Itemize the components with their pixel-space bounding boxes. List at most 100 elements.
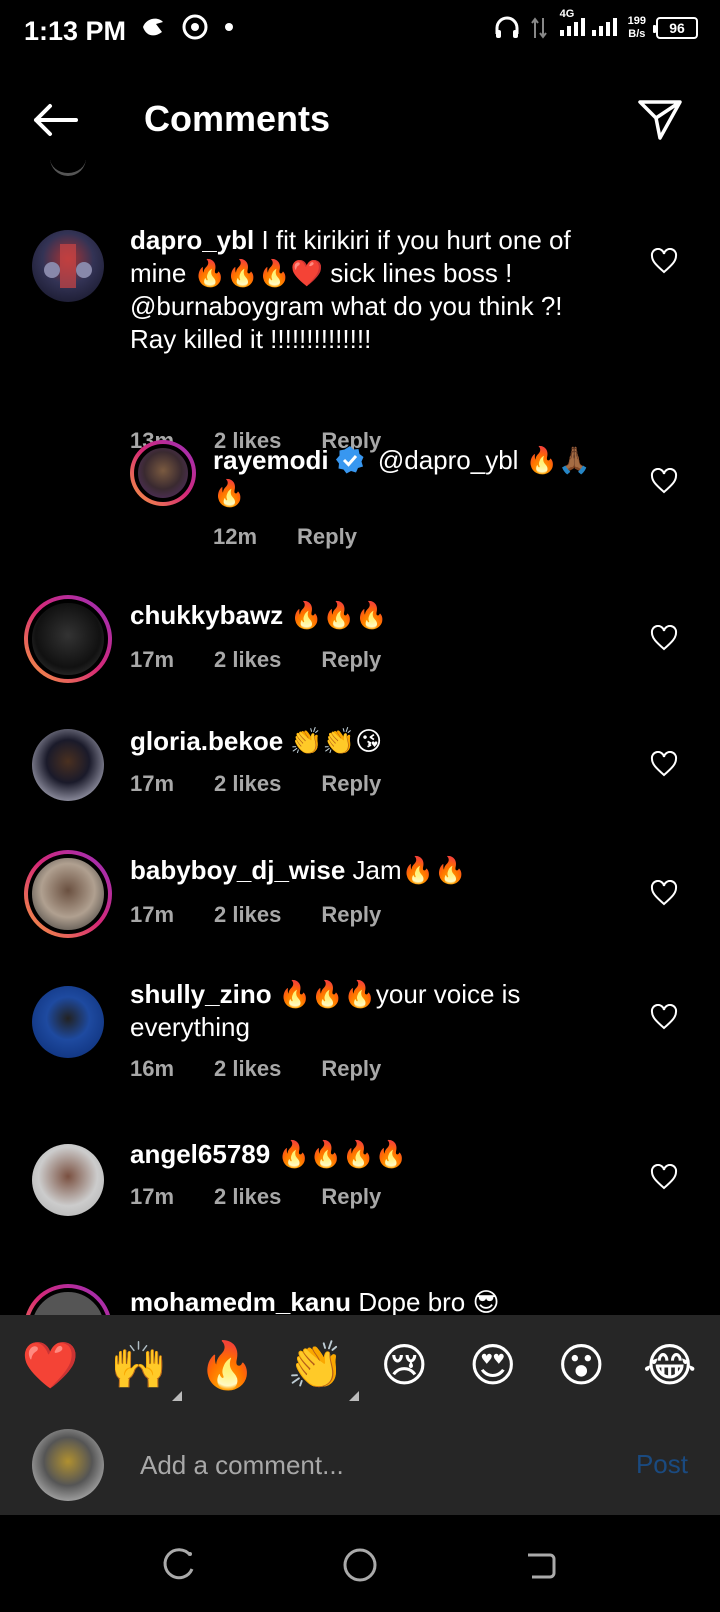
comment-item: chukkybawz 🔥🔥🔥 17m 2 likes Reply	[0, 595, 720, 695]
comment-meta: 16m 2 likes Reply	[130, 1056, 381, 1082]
emoji-heart-eyes[interactable]: 😍	[460, 1335, 526, 1395]
comment-username[interactable]: dapro_ybl	[130, 225, 254, 255]
avatar-image-icon	[44, 244, 92, 288]
comment-meta: 17m 2 likes Reply	[130, 647, 381, 673]
comment-body: rayemodi @dapro_ybl 🔥🙏🏾🔥	[213, 444, 603, 510]
back-icon[interactable]	[520, 1545, 560, 1585]
reply-button[interactable]: Reply	[321, 902, 381, 928]
reply-button[interactable]: Reply	[321, 771, 381, 797]
post-button[interactable]: Post	[636, 1449, 688, 1480]
reply-button[interactable]: Reply	[321, 647, 381, 673]
comment-username[interactable]: mohamedm_kanu	[130, 1287, 351, 1315]
emoji-laughing[interactable]: 😂	[637, 1335, 703, 1395]
comment-body: chukkybawz 🔥🔥🔥	[130, 599, 600, 632]
current-user-avatar	[32, 1429, 104, 1501]
comment-meta: 12m Reply	[213, 524, 357, 550]
comment-time: 12m	[213, 524, 258, 549]
comments-list[interactable]: dapro_ybl I fit kirikiri if you hurt one…	[0, 160, 720, 1315]
comment-mention[interactable]: @dapro_ybl	[378, 445, 519, 475]
comment-likes[interactable]: 2 likes	[214, 1184, 281, 1210]
emoji-raised-hands[interactable]: 🙌	[106, 1335, 182, 1401]
comment-meta: 17m 2 likes Reply	[130, 771, 381, 797]
network-type: 4G	[558, 8, 618, 41]
avatar[interactable]	[130, 440, 196, 506]
avatar[interactable]	[32, 230, 104, 302]
quick-emoji-bar: ❤️ 🙌 🔥 👏 😢 😍 😮 😂	[0, 1315, 720, 1415]
comment-text: 👏👏😘	[290, 726, 383, 756]
chrome-icon	[182, 14, 208, 40]
comment-username[interactable]: babyboy_dj_wise	[130, 855, 345, 885]
home-icon[interactable]	[340, 1545, 380, 1585]
avatar[interactable]	[24, 1284, 112, 1315]
send-icon[interactable]	[636, 96, 684, 142]
comment-body: angel65789 🔥🔥🔥🔥	[130, 1138, 600, 1171]
comment-time: 17m	[130, 771, 175, 796]
back-arrow-icon[interactable]	[30, 98, 80, 142]
comment-text: Jam🔥🔥	[352, 855, 467, 885]
comment-input[interactable]	[140, 1445, 600, 1485]
avatar[interactable]	[32, 986, 104, 1058]
comment-body: shully_zino 🔥🔥🔥your voice is everything	[130, 978, 600, 1044]
heart-icon[interactable]	[650, 248, 678, 274]
status-left-icons	[140, 14, 234, 40]
comment-time: 16m	[130, 1056, 175, 1081]
comment-text: 🔥🔥🔥🔥	[277, 1139, 407, 1169]
emoji-clap[interactable]: 👏	[283, 1335, 359, 1401]
comment-body: mohamedm_kanu Dope bro 😎	[130, 1286, 600, 1315]
data-transfer-icon	[530, 16, 547, 39]
comment-username[interactable]: shully_zino	[130, 979, 272, 1009]
comment-meta: 17m 2 likes Reply	[130, 902, 381, 928]
avatar[interactable]	[24, 850, 112, 938]
reply-button[interactable]: Reply	[321, 1056, 381, 1082]
heart-icon[interactable]	[650, 468, 678, 494]
emoji-fire[interactable]: 🔥	[194, 1335, 260, 1395]
previous-comment-partial	[50, 160, 86, 176]
emoji-surprised[interactable]: 😮	[548, 1335, 614, 1395]
heart-icon[interactable]	[650, 1004, 678, 1030]
headphones-icon	[495, 16, 519, 38]
avatar[interactable]	[32, 729, 104, 801]
emoji-crying[interactable]: 😢	[371, 1335, 437, 1395]
avatar[interactable]	[24, 595, 112, 683]
comment-time: 17m	[130, 647, 175, 672]
skin-tone-indicator-icon	[171, 1391, 182, 1401]
emoji-heart[interactable]: ❤️	[17, 1335, 83, 1395]
battery-indicator: 96	[653, 16, 698, 39]
dot-icon	[225, 23, 233, 31]
comment-likes[interactable]: 2 likes	[214, 647, 281, 673]
heart-icon[interactable]	[650, 880, 678, 906]
status-right-icons: 4G 199 B/s 96	[494, 8, 698, 41]
comment-likes[interactable]: 2 likes	[214, 1056, 281, 1082]
comment-item: babyboy_dj_wise Jam🔥🔥 17m 2 likes Reply	[0, 850, 720, 950]
comment-likes[interactable]: 2 likes	[214, 902, 281, 928]
verified-badge-icon	[335, 446, 364, 474]
page-title: Comments	[144, 98, 331, 139]
comment-text: 🔥🔥🔥	[290, 600, 388, 630]
comment-item: dapro_ybl I fit kirikiri if you hurt one…	[0, 220, 720, 453]
comment-composer: Post	[0, 1415, 720, 1515]
comment-username[interactable]: angel65789	[130, 1139, 270, 1169]
comment-time: 17m	[130, 1184, 175, 1209]
comments-header: Comments	[0, 80, 720, 160]
comment-meta: 17m 2 likes Reply	[130, 1184, 381, 1210]
recents-icon[interactable]	[160, 1545, 200, 1585]
status-time: 1:13 PM	[24, 16, 127, 46]
comment-username[interactable]: chukkybawz	[130, 600, 283, 630]
reply-button[interactable]: Reply	[321, 1184, 381, 1210]
comment-body: dapro_ybl I fit kirikiri if you hurt one…	[130, 224, 600, 356]
heart-icon[interactable]	[650, 1164, 678, 1190]
comment-item: gloria.bekoe 👏👏😘 17m 2 likes Reply	[0, 725, 720, 825]
heart-icon[interactable]	[650, 751, 678, 777]
comment-username[interactable]: gloria.bekoe	[130, 726, 283, 756]
comment-likes[interactable]: 2 likes	[214, 771, 281, 797]
reply-button[interactable]: Reply	[297, 524, 357, 550]
comment-item: angel65789 🔥🔥🔥🔥 17m 2 likes Reply	[0, 1138, 720, 1238]
avatar[interactable]	[32, 1144, 104, 1216]
status-bar: 1:13 PM 4G 199 B/s 96	[0, 0, 720, 64]
reply-item: rayemodi @dapro_ybl 🔥🙏🏾🔥 12m Reply	[0, 440, 720, 580]
network-speed: 199 B/s	[627, 14, 646, 40]
comment-body: babyboy_dj_wise Jam🔥🔥	[130, 854, 600, 887]
comment-username[interactable]: rayemodi	[213, 445, 329, 475]
system-nav-bar	[0, 1515, 720, 1612]
heart-icon[interactable]	[650, 625, 678, 651]
